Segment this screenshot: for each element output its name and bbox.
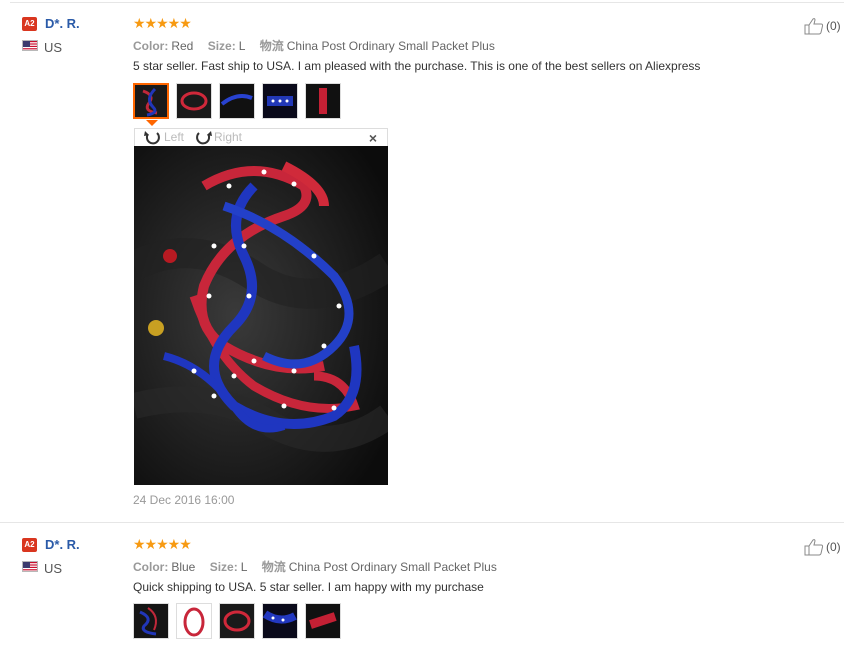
active-thumbnail-pointer bbox=[146, 120, 158, 126]
shipping-label: 物流 bbox=[261, 560, 286, 574]
color-value: Blue bbox=[171, 560, 196, 574]
rotate-left-label: Left bbox=[164, 130, 185, 144]
order-attributes: Color: Blue Size: L 物流 China Post Ordinary … bbox=[133, 558, 508, 575]
review-text: 5 star seller. Fast ship to USA. I am pl… bbox=[133, 59, 701, 73]
thumbs-up-icon bbox=[804, 539, 824, 556]
thumbs-up-icon bbox=[804, 18, 824, 35]
size-value: L bbox=[240, 560, 248, 574]
review-photo-thumbnail[interactable] bbox=[133, 83, 169, 119]
buyer-name[interactable]: D*. R. bbox=[45, 537, 80, 552]
color-label: Color: bbox=[133, 560, 169, 574]
star-rating: ★★★★★ bbox=[133, 536, 192, 552]
helpful-button[interactable]: (0) bbox=[804, 538, 841, 556]
us-flag-icon bbox=[22, 561, 38, 572]
us-flag-icon bbox=[22, 40, 38, 51]
size-value: L bbox=[238, 39, 246, 53]
buyer-level-badge: A2 bbox=[22, 17, 37, 31]
buyer-level-badge: A2 bbox=[22, 538, 37, 552]
color-label: Color: bbox=[133, 39, 169, 53]
helpful-count: (0) bbox=[826, 19, 841, 33]
shipping-value: China Post Ordinary Small Packet Plus bbox=[286, 39, 495, 53]
review-date: 24 Dec 2016 16:00 bbox=[133, 493, 235, 507]
enlarged-review-photo bbox=[134, 146, 388, 485]
rotate-left-icon bbox=[144, 131, 160, 145]
review-photos bbox=[133, 83, 341, 119]
review-photos bbox=[133, 603, 341, 639]
buyer-name[interactable]: D*. R. bbox=[45, 16, 80, 31]
rotate-right-label: Right bbox=[214, 130, 243, 144]
review-photo-thumbnail[interactable] bbox=[219, 83, 255, 119]
review-photo-thumbnail[interactable] bbox=[262, 83, 298, 119]
helpful-button[interactable]: (0) bbox=[804, 17, 841, 35]
review-photo-thumbnail[interactable] bbox=[305, 603, 341, 639]
rotate-right-icon bbox=[196, 131, 212, 145]
buyer-country: US bbox=[44, 561, 63, 576]
review-text: Quick shipping to USA. 5 star seller. I … bbox=[133, 580, 484, 594]
rotate-right-button[interactable]: Right bbox=[193, 129, 242, 145]
shipping-label: 物流 bbox=[259, 39, 284, 53]
color-value: Red bbox=[171, 39, 194, 53]
buyer-country: US bbox=[44, 40, 63, 55]
rotate-left-button[interactable]: Left bbox=[143, 129, 184, 145]
order-attributes: Color: Red Size: L 物流 China Post Ordinary S… bbox=[133, 37, 506, 54]
review-photo-thumbnail[interactable] bbox=[176, 603, 212, 639]
review-photo-thumbnail[interactable] bbox=[305, 83, 341, 119]
review-photo-thumbnail[interactable] bbox=[219, 603, 255, 639]
photo-viewer-toolbar: Left Right × bbox=[134, 128, 388, 146]
review-item: A2 D*. R. US ★★★★★ Color: Red Size: L 物流 Ch… bbox=[0, 0, 844, 522]
review-item: A2 D*. R. US ★★★★★ Color: Blue Size: L 物流 C… bbox=[0, 522, 844, 656]
size-label: Size: bbox=[207, 39, 236, 53]
shipping-value: China Post Ordinary Small Packet Plus bbox=[288, 560, 497, 574]
review-photo-thumbnail[interactable] bbox=[133, 603, 169, 639]
helpful-count: (0) bbox=[826, 540, 841, 554]
close-icon[interactable]: × bbox=[369, 130, 377, 146]
review-photo-thumbnail[interactable] bbox=[262, 603, 298, 639]
star-rating: ★★★★★ bbox=[133, 15, 192, 31]
review-photo-thumbnail[interactable] bbox=[176, 83, 212, 119]
size-label: Size: bbox=[209, 560, 238, 574]
